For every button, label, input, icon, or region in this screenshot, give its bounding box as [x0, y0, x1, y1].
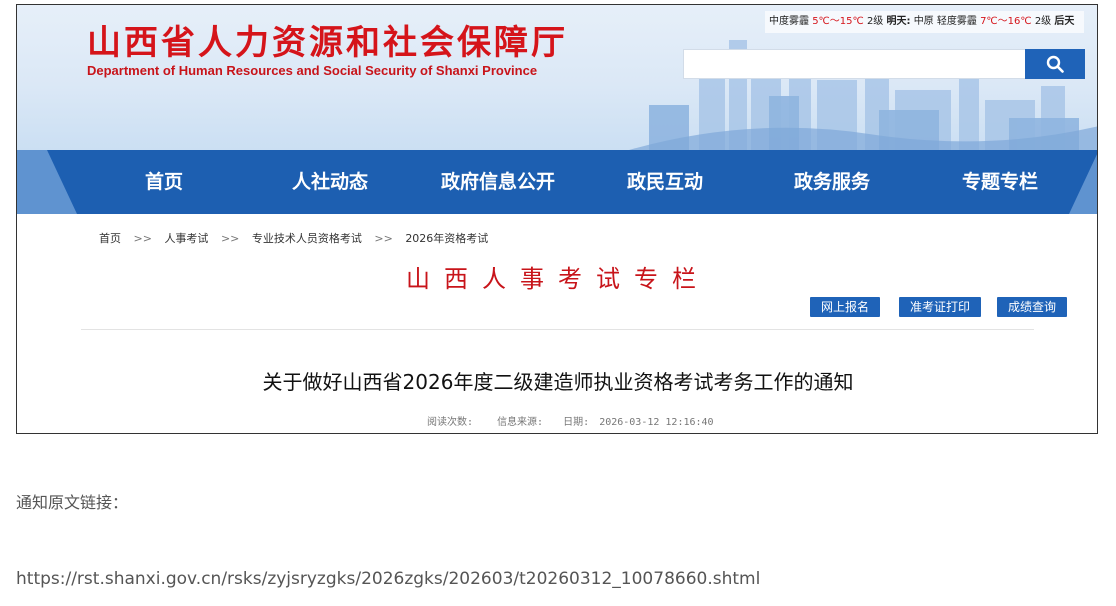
breadcrumb-separator: >> [133, 232, 152, 245]
weather-today-temp: 5℃～15℃ [812, 16, 864, 27]
score-query-button[interactable]: 成绩查询 [997, 297, 1067, 317]
weather-tomorrow: 中原 轻度雾霾 [913, 16, 977, 27]
register-button[interactable]: 网上报名 [810, 297, 880, 317]
divider [81, 329, 1034, 330]
nav-item-services[interactable]: 政务服务 [794, 150, 870, 214]
search-input[interactable] [683, 49, 1027, 79]
site-title: 山西省人力资源和社会保障厅 [87, 23, 568, 63]
breadcrumb-home[interactable]: 首页 [99, 232, 121, 245]
screenshot-frame: 山西省人力资源和社会保障厅 Department of Human Resour… [16, 4, 1098, 434]
weather-today: 中度雾霾 [769, 16, 809, 27]
breadcrumb-2026-exam[interactable]: 2026年资格考试 [405, 232, 488, 245]
article-meta: 阅读次数: 信息来源: 日期: 2026-03-12 12:16:40 [427, 413, 718, 428]
article-title: 关于做好山西省2026年度二级建造师执业资格考试考务工作的通知 [262, 370, 854, 394]
weather-tomorrow-label: 明天: [886, 16, 911, 27]
admission-ticket-button[interactable]: 准考证打印 [899, 297, 981, 317]
nav-item-home[interactable]: 首页 [145, 150, 183, 214]
site-subtitle: Department of Human Resources and Social… [87, 63, 538, 78]
publish-date: 2026-03-12 12:16:40 [599, 417, 714, 428]
main-nav: 首页 人社动态 政府信息公开 政民互动 政务服务 专题专栏 [17, 150, 1097, 214]
nav-item-news[interactable]: 人社动态 [292, 150, 368, 214]
link-label: 通知原文链接： [16, 493, 129, 512]
date-label: 日期: [563, 417, 590, 428]
nav-item-interaction[interactable]: 政民互动 [627, 150, 703, 214]
search-button[interactable] [1025, 49, 1085, 79]
column-title: 山西人事考试专栏 [406, 265, 710, 293]
nav-item-gov-info[interactable]: 政府信息公开 [441, 150, 555, 214]
header-banner: 山西省人力资源和社会保障厅 Department of Human Resour… [17, 5, 1097, 150]
weather-today-wind: 2级 [866, 16, 884, 27]
breadcrumb-exam[interactable]: 人事考试 [164, 232, 208, 245]
breadcrumb: 首页 >> 人事考试 >> 专业技术人员资格考试 >> 2026年资格考试 [99, 230, 488, 246]
views-label: 阅读次数: [427, 417, 474, 428]
breadcrumb-professional-exam[interactable]: 专业技术人员资格考试 [252, 232, 362, 245]
original-link[interactable]: https://rst.shanxi.gov.cn/rsks/zyjsryzgk… [16, 569, 760, 589]
breadcrumb-separator: >> [220, 232, 240, 245]
search-icon [1046, 55, 1064, 73]
city-skyline-illustration [629, 40, 1097, 150]
weather-after-label: 后天 [1054, 16, 1075, 27]
weather-bar: 中度雾霾 5℃～15℃ 2级 明天: 中原 轻度雾霾 7℃～16℃ 2级 后天 [765, 11, 1084, 33]
nav-item-topics[interactable]: 专题专栏 [962, 150, 1038, 214]
weather-tomorrow-temp: 7℃～16℃ [980, 16, 1032, 27]
source-label: 信息来源: [497, 417, 544, 428]
breadcrumb-separator: >> [374, 232, 393, 245]
weather-tomorrow-wind: 2级 [1034, 16, 1052, 27]
